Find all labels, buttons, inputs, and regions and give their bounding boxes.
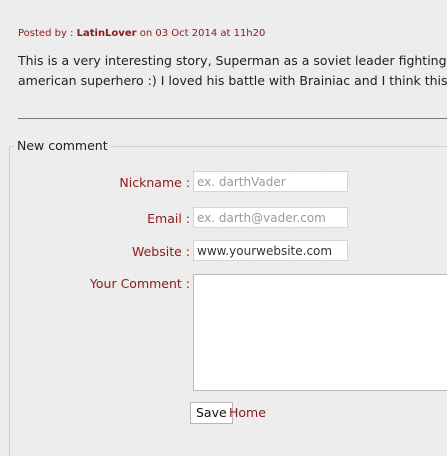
home-link[interactable]: Home [229, 405, 266, 420]
divider [18, 118, 447, 119]
comment-author: LatinLover [76, 28, 137, 39]
comment-textarea[interactable] [193, 274, 447, 391]
comment-body: This is a very interesting story, Superm… [18, 51, 447, 91]
comment-text-line: This is a very interesting story, Superm… [18, 53, 447, 68]
comment-meta: Posted by : LatinLover on 03 Oct 2014 at… [18, 28, 265, 39]
website-input[interactable] [193, 240, 348, 261]
nickname-label: Nickname : [119, 175, 190, 190]
website-label: Website : [131, 244, 190, 259]
email-input[interactable] [193, 207, 348, 228]
save-button[interactable]: Save [190, 402, 233, 424]
email-label: Email : [147, 211, 190, 226]
comment-label: Your Comment : [89, 276, 190, 291]
comment-date: on 03 Oct 2014 at 11h20 [139, 28, 266, 39]
comment-text-line: american superhero :) I loved his battle… [18, 73, 447, 88]
new-comment-legend: New comment [14, 138, 111, 153]
posted-by-label: Posted by : [18, 28, 74, 39]
nickname-input[interactable] [193, 171, 348, 192]
